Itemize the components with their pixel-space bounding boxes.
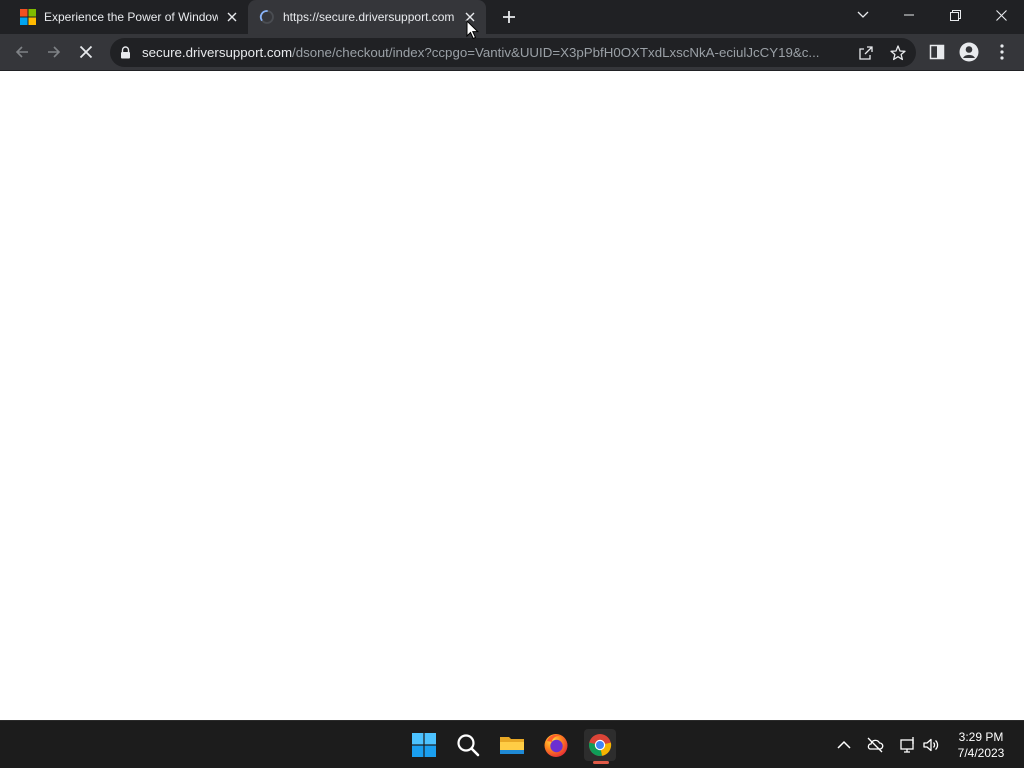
active-app-indicator [593,761,609,764]
close-window-icon[interactable] [978,0,1024,30]
search-icon[interactable] [452,729,484,761]
tab-driversupport[interactable]: https://secure.driversupport.com [248,0,486,34]
tab-title: https://secure.driversupport.com [283,10,455,24]
start-icon[interactable] [408,729,440,761]
chrome-icon[interactable] [584,729,616,761]
plus-icon[interactable] [500,8,518,26]
tab-search-chevron-down-icon[interactable] [840,0,886,30]
tab-windows[interactable]: Experience the Power of Windows [8,0,246,34]
file-explorer-icon[interactable] [496,729,528,761]
forward-arrow-icon[interactable] [42,40,66,64]
browser-toolbar: secure.driversupport.com/dsone/checkout/… [0,34,1024,71]
clock-date: 7/4/2023 [957,746,1005,760]
tab-close-icon[interactable] [224,9,240,25]
url-path: /dsone/checkout/index?ccpgo=Vantiv&UUID=… [292,45,820,60]
clock-time: 3:29 PM [958,730,1004,744]
taskbar: 3:29 PM 7/4/2023 [0,720,1024,768]
url-text[interactable]: secure.driversupport.com/dsone/checkout/… [142,45,847,60]
profile-avatar-icon[interactable] [957,40,981,64]
back-arrow-icon[interactable] [10,40,34,64]
address-bar[interactable]: secure.driversupport.com/dsone/checkout/… [110,38,916,67]
share-icon[interactable] [857,44,875,62]
volume-icon[interactable] [922,736,940,754]
restore-icon[interactable] [932,0,978,30]
onedrive-offline-icon[interactable] [866,736,884,754]
windows-logo-icon [20,9,36,25]
lock-icon[interactable] [120,46,131,59]
minimize-icon[interactable] [886,0,932,30]
menu-kebab-icon[interactable] [990,40,1014,64]
loading-spinner-icon [259,10,274,24]
system-clock[interactable]: 3:29 PM 7/4/2023 [948,729,1014,761]
network-icon[interactable] [899,736,917,754]
mouse-cursor-icon [466,20,480,40]
chevron-up-icon[interactable] [835,736,853,754]
url-host: secure.driversupport.com [142,45,293,60]
side-panel-icon[interactable] [925,40,949,64]
tab-title: Experience the Power of Windows [44,10,218,24]
page-content [0,71,1024,720]
firefox-icon[interactable] [540,729,572,761]
stop-loading-icon[interactable] [74,40,98,64]
tab-strip: Experience the Power of Windows https://… [0,0,1024,34]
star-bookmark-icon[interactable] [889,44,907,62]
